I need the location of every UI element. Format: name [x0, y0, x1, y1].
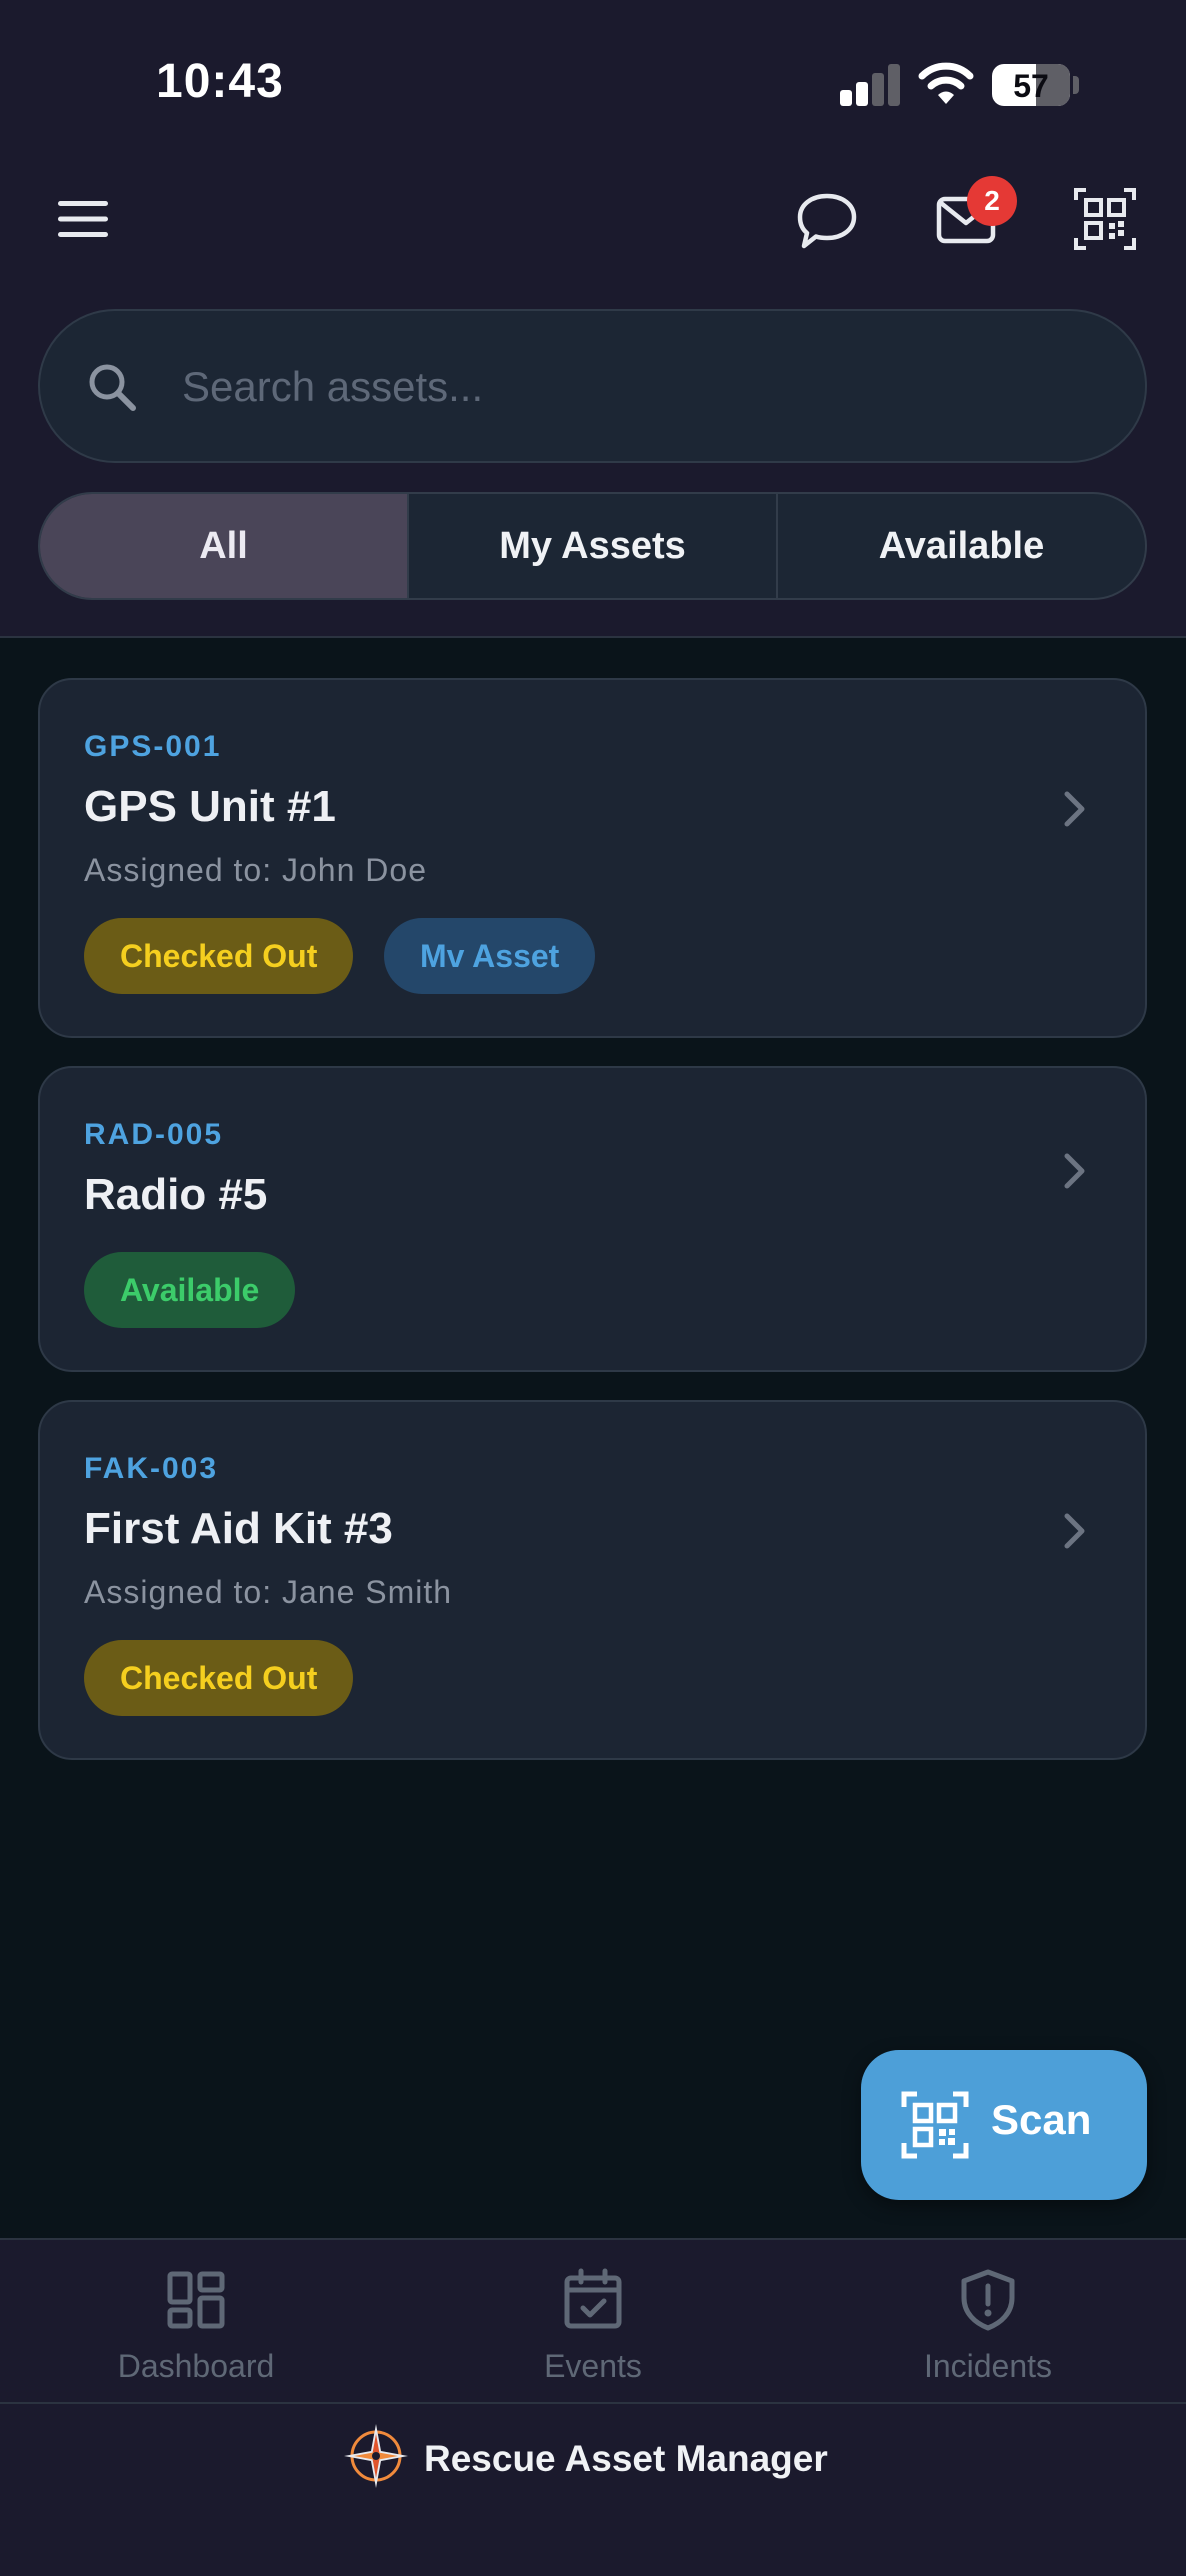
- tab-incidents[interactable]: Incidents: [838, 2240, 1138, 2404]
- compass-logo-icon: [344, 2424, 408, 2488]
- tab-label: Incidents: [923, 2348, 1053, 2384]
- app-name: Rescue Asset Manager: [424, 2438, 828, 2479]
- search-bar[interactable]: [38, 309, 1147, 463]
- app-footer: Rescue Asset Manager: [0, 2402, 1186, 2576]
- status-badge: Available: [84, 1252, 296, 1328]
- asset-name: GPS Unit #1: [84, 782, 336, 831]
- scan-label: Scan: [991, 2096, 1092, 2143]
- hamburger-menu-icon[interactable]: [56, 198, 110, 240]
- qr-code-icon[interactable]: [1074, 186, 1136, 252]
- filter-available[interactable]: Available: [776, 494, 1145, 598]
- battery-percent: 57: [1013, 68, 1049, 104]
- tab-label: Events: [544, 2348, 642, 2384]
- chevron-right-icon: [1064, 1513, 1085, 1549]
- search-icon: [89, 364, 136, 411]
- asset-code: FAK-003: [84, 1452, 219, 1485]
- asset-code: GPS-001: [84, 730, 222, 763]
- asset-card[interactable]: GPS-001 GPS Unit #1 Assigned to: John Do…: [38, 678, 1147, 1038]
- filter-my-assets[interactable]: My Assets: [407, 494, 776, 598]
- asset-name: First Aid Kit #3: [84, 1504, 393, 1553]
- asset-assigned-to: Assigned to: Jane Smith: [84, 1574, 453, 1610]
- tab-events[interactable]: Events: [443, 2240, 743, 2404]
- tab-dashboard[interactable]: Dashboard: [46, 2240, 346, 2404]
- chevron-right-icon: [1064, 1153, 1085, 1189]
- battery-tip: [1073, 76, 1079, 94]
- calendar-icon: [564, 2268, 622, 2329]
- scan-button[interactable]: Scan: [861, 2050, 1147, 2200]
- top-header: 10:43 57 2 Search assets... All My Asset…: [0, 0, 1186, 638]
- status-badge: Checked Out: [84, 1640, 354, 1716]
- chat-bubble-icon[interactable]: [796, 190, 858, 252]
- qr-scan-icon: [901, 2091, 969, 2159]
- asset-card[interactable]: FAK-003 First Aid Kit #3 Assigned to: Ja…: [38, 1400, 1147, 1760]
- dashboard-icon: [167, 2271, 225, 2329]
- asset-code: RAD-005: [84, 1118, 224, 1151]
- asset-name: Radio #5: [84, 1170, 268, 1219]
- shield-alert-icon: [961, 2269, 1015, 2331]
- status-time: 10:43: [156, 55, 284, 108]
- battery-icon: 57: [992, 64, 1070, 106]
- mail-badge: 2: [967, 176, 1017, 226]
- tab-label: Dashboard: [117, 2348, 275, 2384]
- cellular-signal-icon: [840, 62, 902, 106]
- search-input[interactable]: [182, 347, 1082, 427]
- my-asset-badge: Mv Asset: [384, 918, 596, 994]
- status-bar: 10:43 57: [0, 0, 1186, 170]
- asset-card[interactable]: RAD-005 Radio #5 Available: [38, 1066, 1147, 1372]
- status-badge: Checked Out: [84, 918, 354, 994]
- filter-all[interactable]: All: [40, 494, 407, 598]
- bottom-tab-bar: Dashboard Events Incidents: [0, 2238, 1186, 2402]
- chevron-right-icon: [1064, 791, 1085, 827]
- filter-segmented-control: All My Assets Available: [38, 492, 1147, 600]
- asset-assigned-to: Assigned to: John Doe: [84, 852, 427, 888]
- wifi-icon: [918, 62, 974, 104]
